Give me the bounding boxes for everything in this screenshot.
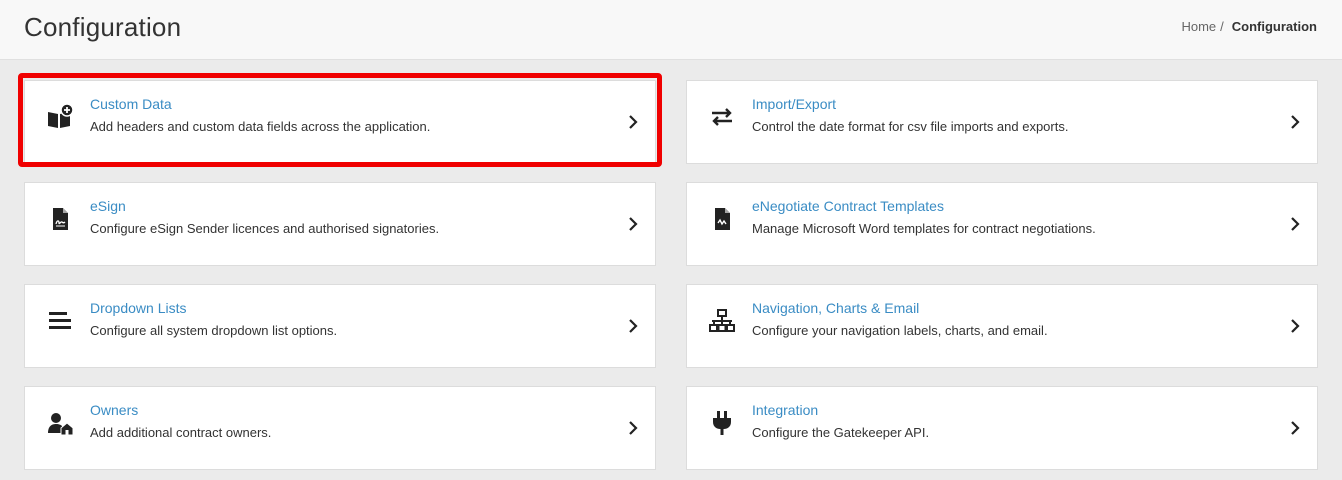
list-icon (45, 306, 75, 336)
custom-data-card[interactable]: Custom Data Add headers and custom data … (24, 80, 656, 164)
integration-card[interactable]: Integration Configure the Gatekeeper API… (686, 386, 1318, 470)
chevron-right-icon (1291, 319, 1300, 333)
chevron-right-icon (629, 115, 638, 129)
chevron-right-icon (1291, 421, 1300, 435)
page-title: Configuration (24, 12, 182, 42)
card-description: Configure all system dropdown list optio… (90, 323, 338, 338)
signature-doc-icon (45, 204, 75, 234)
import-export-card[interactable]: Import/Export Control the date format fo… (686, 80, 1318, 164)
chevron-right-icon (629, 217, 638, 231)
doc-signature-icon (707, 204, 737, 234)
card-description: Configure eSign Sender licences and auth… (90, 221, 440, 236)
dropdown-lists-card[interactable]: Dropdown Lists Configure all system drop… (24, 284, 656, 368)
card-title[interactable]: Import/Export (752, 96, 836, 112)
breadcrumb-home-link[interactable]: Home (1181, 19, 1216, 34)
network-icon (707, 306, 737, 336)
card-description: Add additional contract owners. (90, 425, 272, 440)
card-title[interactable]: eSign (90, 198, 126, 214)
card-title[interactable]: Integration (752, 402, 818, 418)
enegotiate-templates-card[interactable]: eNegotiate Contract Templates Manage Mic… (686, 182, 1318, 266)
chevron-right-icon (629, 319, 638, 333)
chevron-right-icon (1291, 217, 1300, 231)
card-description: Add headers and custom data fields acros… (90, 119, 431, 134)
page-header: Configuration Home / Configuration (0, 0, 1342, 60)
breadcrumb-separator: / (1220, 19, 1224, 34)
breadcrumb-current: Configuration (1231, 19, 1317, 34)
card-description: Configure your navigation labels, charts… (752, 323, 1048, 338)
card-description: Configure the Gatekeeper API. (752, 425, 930, 440)
card-title[interactable]: Navigation, Charts & Email (752, 300, 919, 316)
owners-card[interactable]: Owners Add additional contract owners. (24, 386, 656, 470)
card-title[interactable]: Custom Data (90, 96, 172, 112)
plug-icon (707, 408, 737, 438)
navigation-charts-email-card[interactable]: Navigation, Charts & Email Configure you… (686, 284, 1318, 368)
card-title[interactable]: Dropdown Lists (90, 300, 187, 316)
user-house-icon (45, 408, 75, 438)
breadcrumb: Home / Configuration (1181, 19, 1317, 34)
card-title[interactable]: Owners (90, 402, 138, 418)
card-description: Manage Microsoft Word templates for cont… (752, 221, 1096, 236)
card-description: Control the date format for csv file imp… (752, 119, 1069, 134)
chevron-right-icon (629, 421, 638, 435)
exchange-icon (707, 102, 737, 132)
book-plus-icon (45, 102, 75, 132)
card-title[interactable]: eNegotiate Contract Templates (752, 198, 944, 214)
chevron-right-icon (1291, 115, 1300, 129)
esign-card[interactable]: eSign Configure eSign Sender licences an… (24, 182, 656, 266)
